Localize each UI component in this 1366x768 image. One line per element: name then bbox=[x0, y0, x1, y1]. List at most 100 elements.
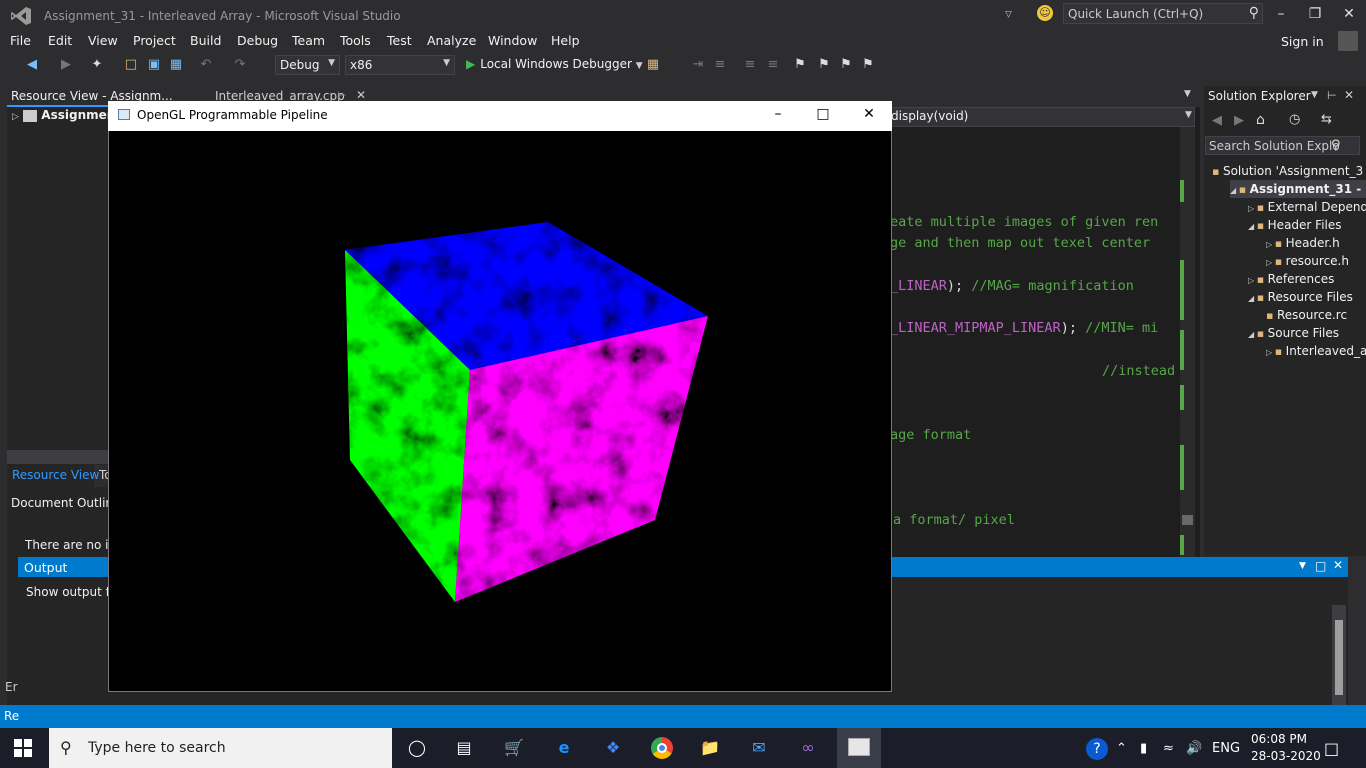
clear-bookmarks-icon[interactable]: ⚑ bbox=[860, 57, 876, 73]
resource-tree-root[interactable]: ▷ Assignment bbox=[12, 108, 121, 122]
editor-scroll-thumb[interactable] bbox=[1182, 515, 1193, 525]
chrome-icon[interactable] bbox=[649, 736, 675, 760]
wifi-icon[interactable]: ≈ bbox=[1163, 741, 1174, 756]
menu-build[interactable]: Build bbox=[190, 33, 221, 48]
tray-overflow-icon[interactable]: ⌃ bbox=[1116, 741, 1127, 756]
solution-tree-item[interactable]: ▪ Resource.rc bbox=[1266, 306, 1366, 324]
history-icon[interactable]: ◷ bbox=[1289, 112, 1300, 127]
account-icon[interactable] bbox=[1338, 31, 1358, 51]
menu-analyze[interactable]: Analyze bbox=[427, 33, 476, 48]
feedback-smiley-icon[interactable]: ☺ bbox=[1037, 5, 1053, 21]
expand-icon[interactable]: ◢ bbox=[1230, 186, 1239, 195]
sign-in-link[interactable]: Sign in bbox=[1281, 34, 1324, 49]
new-project-icon[interactable]: ✦ bbox=[89, 57, 105, 73]
menu-debug[interactable]: Debug bbox=[237, 33, 278, 48]
expand-icon[interactable]: ▷ bbox=[12, 112, 19, 122]
app-insights-icon[interactable]: ▦ bbox=[645, 57, 661, 73]
navigate-back-icon[interactable]: ◀ bbox=[24, 57, 40, 73]
volume-icon[interactable]: 🔊 bbox=[1186, 741, 1202, 756]
save-all-icon[interactable]: ▦ bbox=[168, 57, 184, 73]
quick-launch-input[interactable]: Quick Launch (Ctrl+Q) ⚲ bbox=[1063, 3, 1263, 24]
solution-tree-item[interactable]: ◢ ▪ Resource Files bbox=[1248, 288, 1366, 306]
menu-window[interactable]: Window bbox=[488, 33, 537, 48]
visual-studio-taskbar-icon[interactable]: ∞ bbox=[795, 736, 821, 760]
configuration-select[interactable]: Debug ▼ bbox=[275, 55, 340, 75]
restore-button[interactable]: ❐ bbox=[1305, 6, 1325, 24]
expand-icon[interactable]: ◢ bbox=[1248, 330, 1257, 339]
dropbox-icon[interactable]: ❖ bbox=[600, 736, 626, 760]
minimize-button[interactable]: – bbox=[1271, 6, 1291, 24]
sync-icon[interactable]: ⇆ bbox=[1321, 112, 1332, 127]
prev-bookmark-icon[interactable]: ⚑ bbox=[816, 57, 832, 73]
forward-icon[interactable]: ▶ bbox=[1234, 113, 1244, 128]
comment-icon[interactable]: ≡ bbox=[742, 57, 758, 73]
edge-icon[interactable]: e bbox=[551, 736, 577, 760]
windows-start-icon[interactable] bbox=[14, 739, 32, 757]
save-icon[interactable]: ▣ bbox=[146, 57, 162, 73]
undo-icon[interactable]: ↶ bbox=[198, 57, 214, 73]
maximize-icon[interactable]: □ bbox=[1315, 559, 1326, 573]
menu-team[interactable]: Team bbox=[292, 33, 325, 48]
menu-tools[interactable]: Tools bbox=[340, 33, 371, 48]
menu-help[interactable]: Help bbox=[551, 33, 580, 48]
back-icon[interactable]: ◀ bbox=[1212, 113, 1222, 128]
clock-date[interactable]: 28-03-2020 bbox=[1251, 749, 1321, 763]
menu-edit[interactable]: Edit bbox=[48, 33, 72, 48]
bookmark-icon[interactable]: ⚑ bbox=[792, 57, 808, 73]
expand-icon[interactable]: ▷ bbox=[1266, 240, 1275, 249]
step-icon[interactable]: ⇥ bbox=[690, 57, 706, 73]
solution-tree-item[interactable]: ▷ ▪ Interleaved_a bbox=[1266, 342, 1366, 360]
expand-icon[interactable]: ▷ bbox=[1248, 204, 1257, 213]
menu-test[interactable]: Test bbox=[387, 33, 412, 48]
search-icon[interactable]: ⚲ bbox=[1249, 5, 1259, 21]
battery-icon[interactable]: ▮ bbox=[1140, 741, 1147, 756]
file-explorer-icon[interactable]: 📁 bbox=[697, 736, 723, 760]
start-debugger-button[interactable]: ▶ Local Windows Debugger ▼ bbox=[466, 57, 643, 71]
close-icon[interactable]: ✕ bbox=[1333, 558, 1343, 572]
solution-tree-item[interactable]: ◢ ▪ Header Files bbox=[1248, 216, 1366, 234]
platform-select[interactable]: x86 ▼ bbox=[345, 55, 455, 75]
solution-tree-item[interactable]: ▷ ▪ External Depend bbox=[1248, 198, 1366, 216]
redo-icon[interactable]: ↷ bbox=[232, 57, 248, 73]
solution-tree-item[interactable]: ◢ ▪ Assignment_31 - In bbox=[1230, 180, 1366, 198]
help-icon[interactable]: ? bbox=[1086, 738, 1108, 760]
solution-tree-item[interactable]: ▷ ▪ resource.h bbox=[1266, 252, 1366, 270]
expand-icon[interactable]: ◢ bbox=[1248, 222, 1257, 231]
close-tab-icon[interactable]: ✕ bbox=[356, 88, 366, 102]
language-indicator[interactable]: ENG bbox=[1212, 741, 1240, 756]
pin-icon[interactable]: ⊢ bbox=[1327, 89, 1337, 102]
solution-tree-item[interactable]: ▷ ▪ References bbox=[1248, 270, 1366, 288]
next-bookmark-icon[interactable]: ⚑ bbox=[838, 57, 854, 73]
output-scroll-thumb[interactable] bbox=[1335, 620, 1343, 695]
opengl-app-taskbar-button[interactable] bbox=[837, 728, 881, 768]
close-icon[interactable]: ✕ bbox=[1344, 88, 1354, 102]
close-button[interactable]: ✕ bbox=[859, 106, 879, 124]
store-icon[interactable]: 🛒 bbox=[501, 736, 527, 760]
solution-tree-item[interactable]: ▷ ▪ Header.h bbox=[1266, 234, 1366, 252]
menu-project[interactable]: Project bbox=[133, 33, 176, 48]
solution-tree-item[interactable]: ▪ Solution 'Assignment_3 bbox=[1212, 162, 1366, 180]
uncomment-icon[interactable]: ≡ bbox=[765, 57, 781, 73]
search-icon[interactable]: ⚲ bbox=[1331, 138, 1341, 153]
tab-overflow-icon[interactable]: ▼ bbox=[1184, 89, 1191, 99]
notifications-filter-icon[interactable]: ▿ bbox=[1005, 6, 1019, 22]
home-icon[interactable]: ⌂ bbox=[1256, 112, 1265, 128]
chevron-down-icon[interactable]: ▼ bbox=[1311, 90, 1318, 100]
solution-tree-item[interactable]: ◢ ▪ Source Files bbox=[1248, 324, 1366, 342]
minimize-button[interactable]: – bbox=[768, 106, 788, 124]
expand-icon[interactable]: ▷ bbox=[1266, 348, 1275, 357]
task-view-icon[interactable]: ▤ bbox=[451, 736, 477, 760]
close-button[interactable]: ✕ bbox=[1339, 6, 1359, 24]
cortana-icon[interactable]: ◯ bbox=[404, 736, 430, 760]
chevron-down-icon[interactable]: ▼ bbox=[1299, 561, 1306, 571]
indent-icon[interactable]: ≡ bbox=[712, 57, 728, 73]
clock-time[interactable]: 06:08 PM bbox=[1251, 732, 1307, 746]
action-center-icon[interactable]: □ bbox=[1324, 739, 1339, 758]
maximize-button[interactable]: □ bbox=[813, 106, 833, 124]
menu-view[interactable]: View bbox=[88, 33, 118, 48]
menu-file[interactable]: File bbox=[10, 33, 31, 48]
mail-icon[interactable]: ✉ bbox=[746, 736, 772, 760]
open-folder-icon[interactable]: □ bbox=[123, 57, 139, 73]
expand-icon[interactable]: ◢ bbox=[1248, 294, 1257, 303]
expand-icon[interactable]: ▷ bbox=[1266, 258, 1275, 267]
